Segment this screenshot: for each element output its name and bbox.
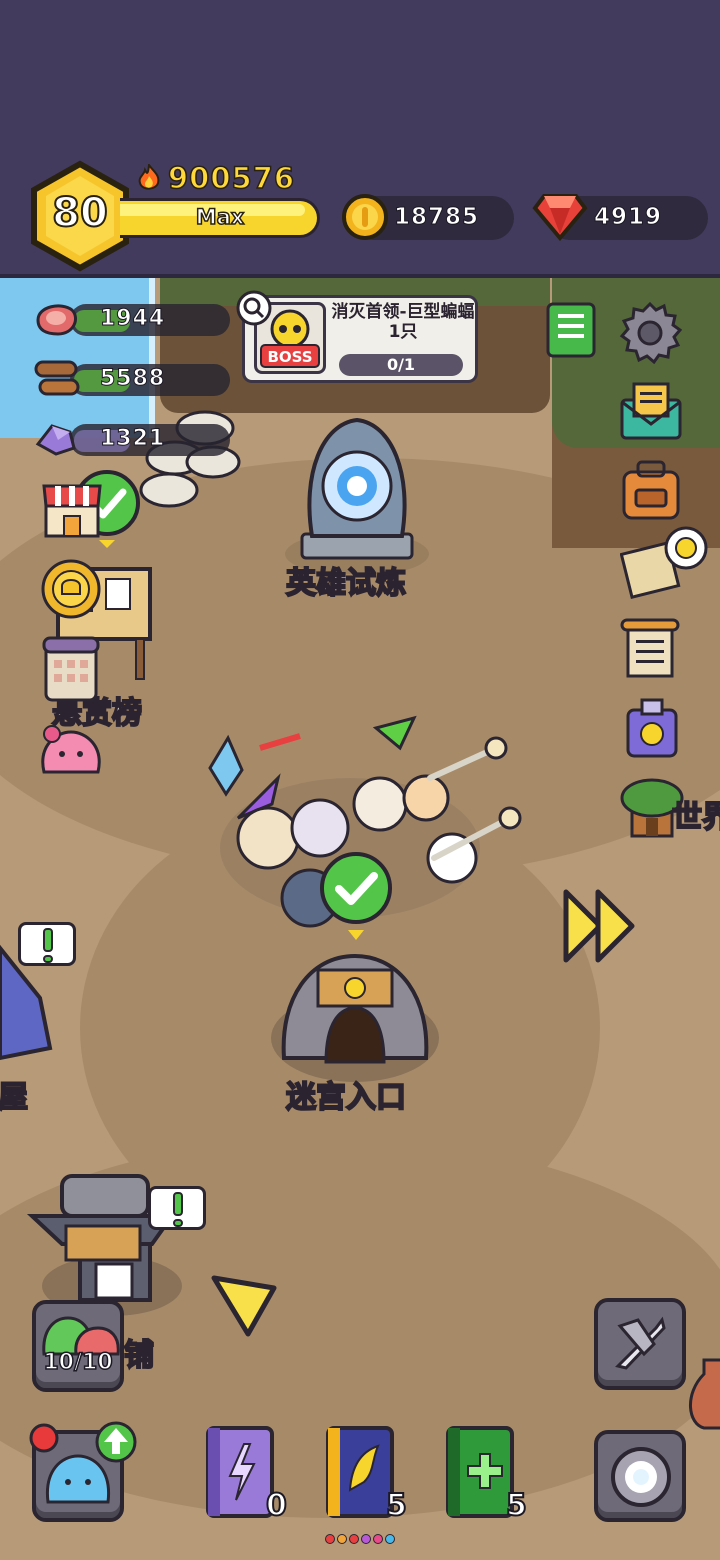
gold-coin-icon	[342, 194, 388, 240]
clay-pot	[689, 1358, 720, 1430]
wood-value: 5588	[99, 366, 166, 392]
settings-gear-icon[interactable]	[618, 300, 682, 364]
shop-label-partial: 铺	[123, 1337, 155, 1374]
xp-bar: Max	[120, 198, 320, 238]
shop-alert-icon	[148, 1186, 206, 1230]
purple-ore-icon	[35, 424, 76, 456]
quest-progress-text: 0/1	[386, 355, 416, 374]
potion-skull-icon[interactable]	[622, 696, 682, 762]
top-status-bar: 80 900576 Max 18785 4919	[0, 0, 720, 278]
hero-trial-label: 英雄试炼	[285, 565, 407, 602]
stone-portal-icon	[611, 1447, 671, 1507]
book-pagination-dots	[325, 1534, 395, 1544]
ore-value: 1321	[99, 426, 166, 452]
gem-value: 4919	[593, 204, 663, 231]
crossed-swords-icon	[615, 1316, 666, 1370]
meat-icon	[36, 304, 77, 336]
flame-icon	[138, 164, 160, 190]
gold-value: 18785	[393, 204, 480, 231]
combat-power: 900576	[136, 160, 295, 196]
mail-envelope-icon[interactable]	[618, 378, 684, 442]
hero-trial-portal[interactable]	[282, 414, 432, 574]
quest-title: 消灭首领-巨型蝙蝠1只	[331, 302, 475, 342]
player-level-badge[interactable]: 80	[30, 160, 130, 272]
xp-label: Max	[195, 204, 245, 230]
ruby-gem-icon	[532, 194, 588, 242]
pink-slime-icon[interactable]	[38, 722, 104, 780]
upgrade-arrow-icon	[95, 1421, 137, 1463]
player-level: 80	[51, 189, 109, 237]
maze-entrance-cave[interactable]	[270, 938, 440, 1088]
slime-team-button[interactable]: 10/10	[32, 1300, 124, 1392]
boss-tag: BOSS	[267, 348, 312, 366]
meat-value: 1944	[99, 306, 166, 332]
scroll-icon[interactable]	[618, 616, 682, 682]
world-label-partial: 世界	[671, 799, 720, 836]
backpack-icon[interactable]	[618, 458, 684, 522]
sandbags	[139, 410, 241, 508]
arrow-pointer-icon	[211, 1275, 277, 1337]
combat-power-value: 900576	[167, 160, 296, 196]
magnifier-icon[interactable]	[236, 290, 272, 326]
quest-progress: 0/1	[339, 354, 463, 376]
calendar-scroll-icon[interactable]	[40, 634, 102, 704]
wing-book-count: 5	[385, 1487, 408, 1524]
treasure-map-icon[interactable]	[620, 526, 710, 602]
fast-forward-icon[interactable]	[560, 886, 640, 966]
portal-gate-button[interactable]	[594, 1430, 686, 1522]
medal-icon[interactable]	[38, 556, 104, 622]
battle-skills-button[interactable]	[594, 1298, 686, 1390]
maze-checkmark-icon	[320, 852, 392, 940]
shop-icon[interactable]	[40, 478, 104, 540]
quest-book-icon[interactable]	[544, 300, 598, 360]
wood-logs-icon	[34, 360, 80, 396]
house-label-partial: 屋	[0, 1079, 29, 1116]
lightning-book-count: 0	[265, 1487, 288, 1524]
slime-capacity: 10/10	[43, 1349, 114, 1376]
heal-book-count: 5	[505, 1487, 528, 1524]
red-notification-dot	[29, 1423, 59, 1453]
maze-entrance-label: 迷宫入口	[285, 1079, 407, 1116]
house-alert-icon	[18, 922, 76, 966]
